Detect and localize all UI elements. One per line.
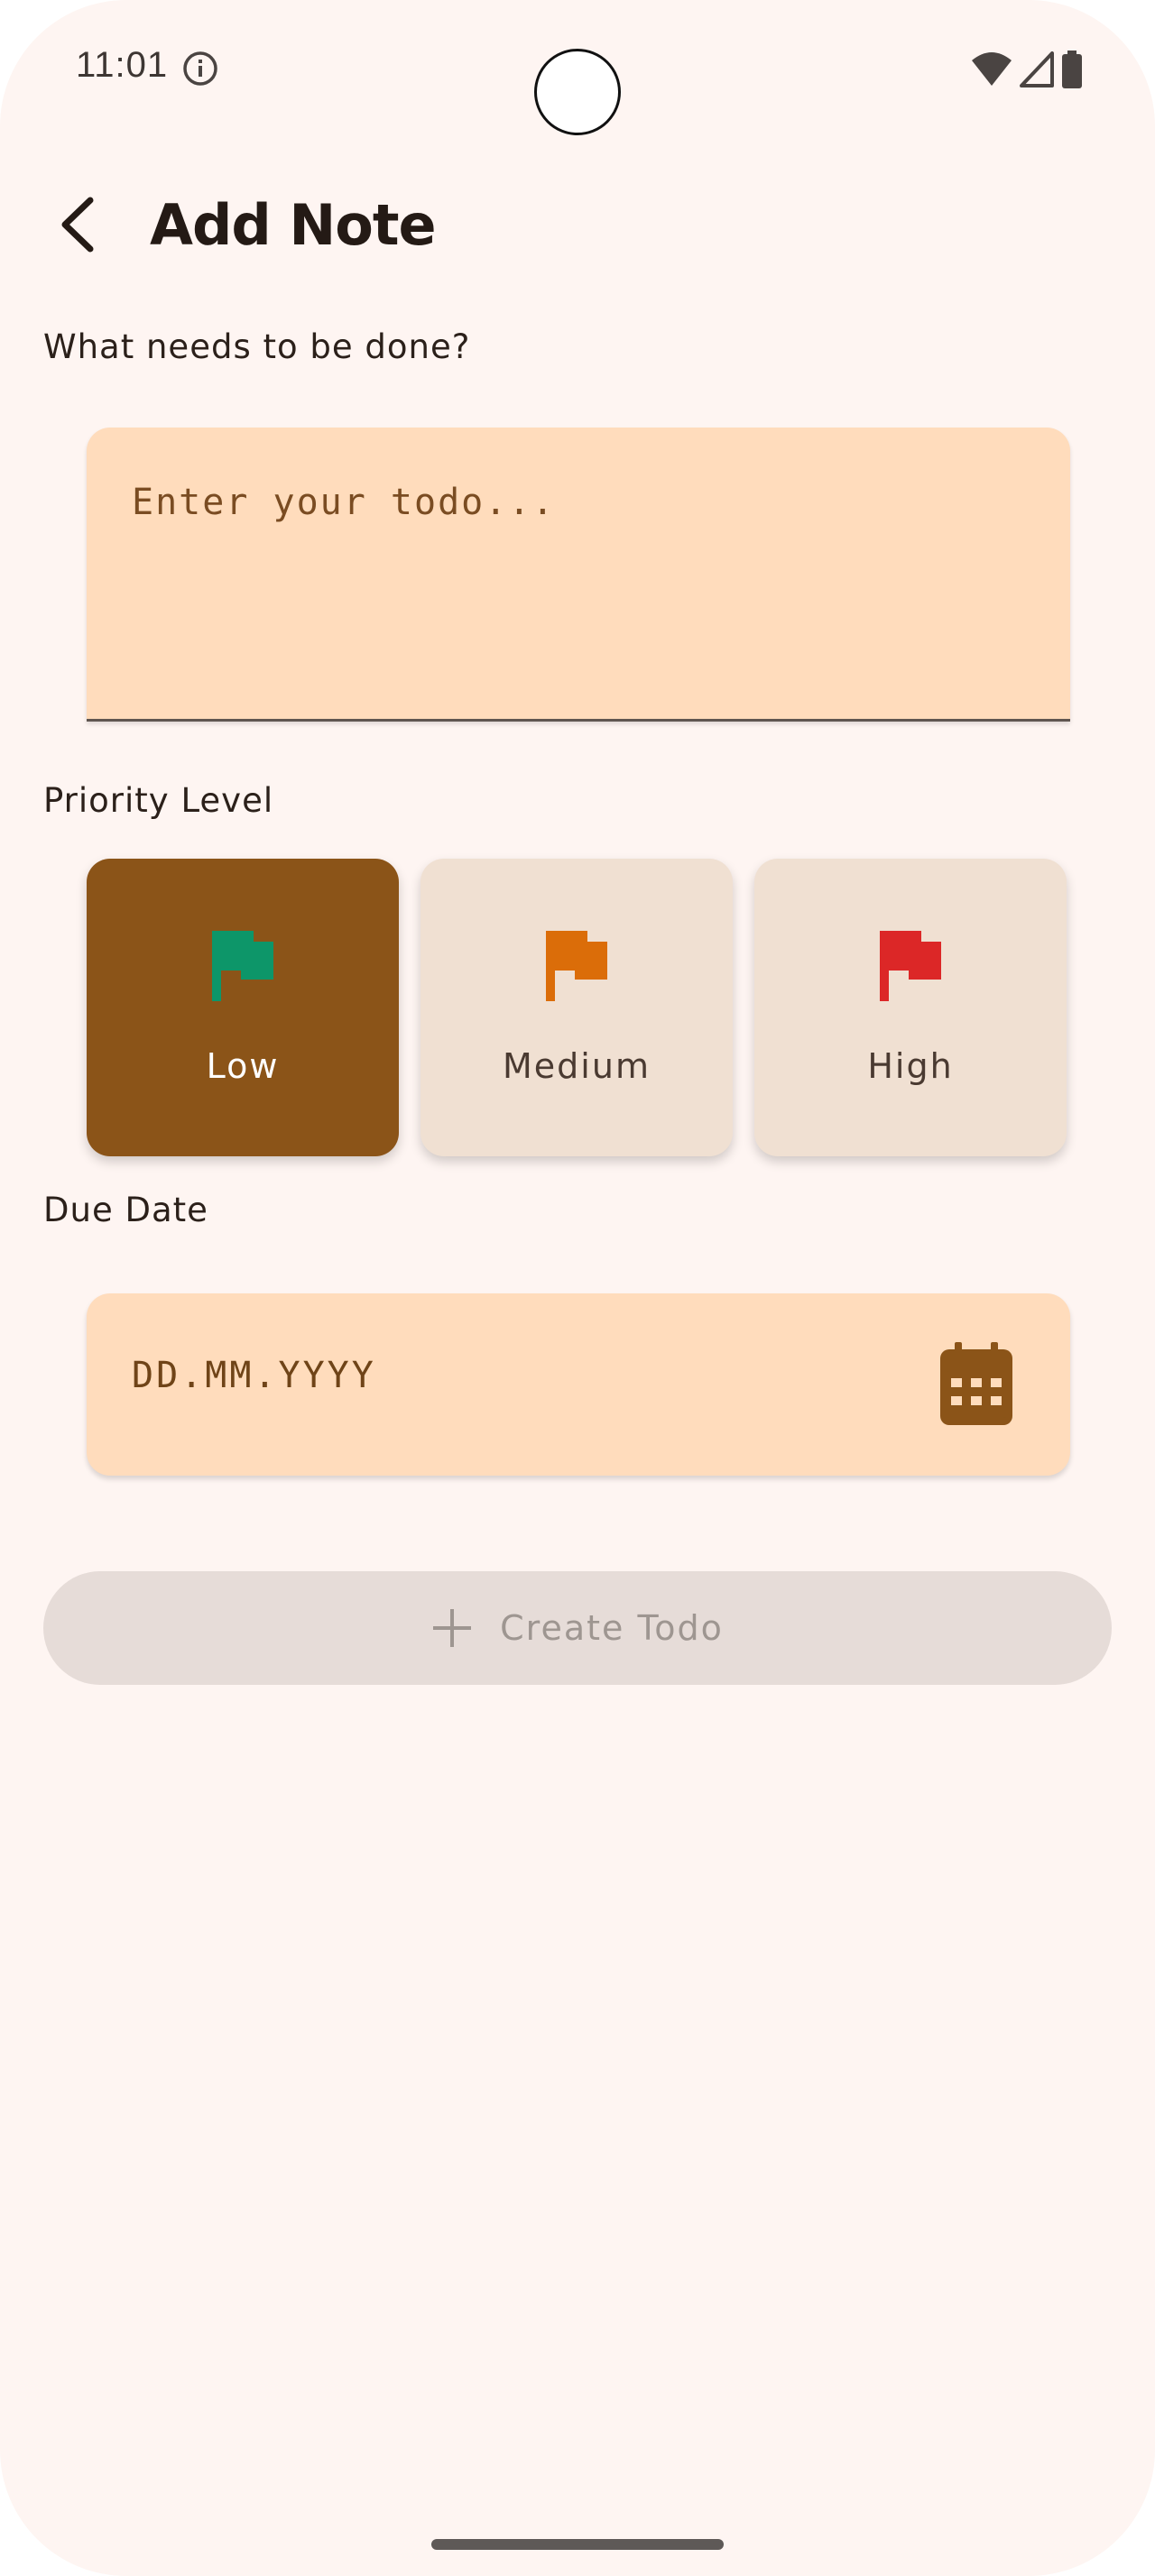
info-circle-icon [183, 51, 217, 86]
todo-placeholder: Enter your todo... [132, 482, 556, 523]
priority-label-medium: Medium [503, 1046, 651, 1086]
todo-section-label: What needs to be done? [43, 327, 471, 366]
status-icons [971, 51, 1083, 88]
chevron-left-icon [61, 197, 94, 253]
create-todo-button[interactable]: Create Todo [43, 1571, 1112, 1685]
priority-option-high[interactable]: High [754, 859, 1067, 1156]
home-indicator[interactable] [431, 2539, 724, 2550]
todo-input[interactable]: Enter your todo... [87, 428, 1070, 722]
priority-section-label: Priority Level [43, 781, 274, 820]
priority-label-high: High [867, 1046, 954, 1086]
priority-option-medium[interactable]: Medium [420, 859, 733, 1156]
priority-label-low: Low [206, 1046, 280, 1086]
due-date-input[interactable]: DD.MM.YYYY [87, 1293, 1070, 1476]
calendar-icon[interactable] [938, 1342, 1014, 1425]
priority-option-low[interactable]: Low [87, 859, 399, 1156]
create-todo-label: Create Todo [500, 1608, 724, 1648]
front-camera [534, 49, 621, 135]
back-button[interactable] [51, 193, 105, 256]
due-date-placeholder: DD.MM.YYYY [132, 1355, 376, 1396]
wifi-icon [972, 52, 1012, 86]
plus-icon [433, 1609, 472, 1647]
due-date-section-label: Due Date [43, 1191, 208, 1229]
flag-icon [546, 931, 607, 1001]
cell-signal-icon [1020, 51, 1054, 87]
flag-icon [212, 931, 273, 1001]
flag-icon [880, 931, 941, 1001]
add-note-screen: 11:01 Add Note What needs to be done? En… [0, 0, 1155, 2576]
battery-icon [1062, 51, 1082, 88]
status-time: 11:01 [76, 45, 169, 85]
page-title: Add Note [150, 192, 437, 258]
